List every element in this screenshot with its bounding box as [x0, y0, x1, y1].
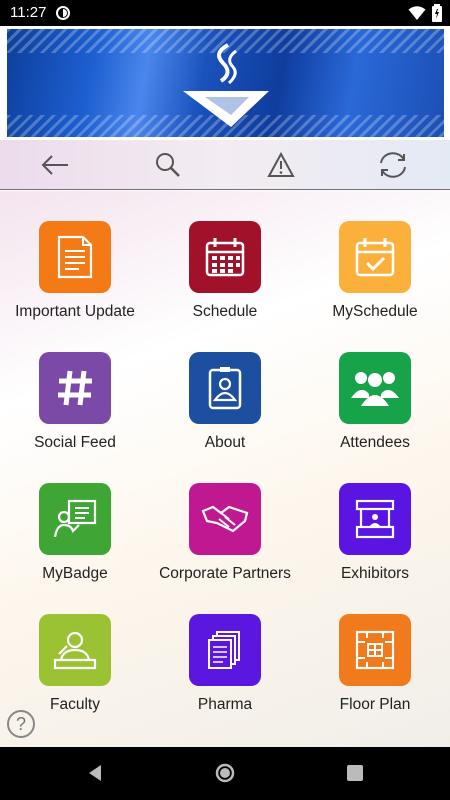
booth-icon [355, 499, 395, 539]
tile-mybadge[interactable]: MyBadge [0, 453, 150, 584]
tile-schedule[interactable]: Schedule [150, 191, 300, 322]
sync-icon [380, 152, 406, 178]
system-nav-bar [0, 747, 450, 800]
toolbar [0, 140, 450, 190]
nav-recents-icon[interactable] [345, 763, 365, 783]
tile-icon-box [189, 614, 261, 686]
tile-label: Schedule [192, 303, 258, 320]
status-icons [408, 4, 442, 22]
tile-corporate-partners[interactable]: Corporate Partners [150, 453, 300, 584]
tile-icon-box [189, 483, 261, 555]
tile-label: Social Feed [34, 434, 116, 451]
banner [0, 26, 450, 140]
calendar-icon [205, 238, 245, 277]
torch-logo-icon [183, 43, 269, 127]
calendar-check-icon [355, 238, 395, 277]
nav-home-icon[interactable] [215, 763, 235, 783]
app-indicator-icon [56, 6, 70, 20]
tile-important-update[interactable]: Important Update [0, 191, 150, 322]
tile-label: Floor Plan [339, 696, 411, 713]
tile-icon-box [339, 614, 411, 686]
tile-floor-plan[interactable]: Floor Plan [300, 584, 450, 715]
tile-icon-box [39, 483, 111, 555]
tile-about[interactable]: About [150, 322, 300, 453]
tile-label: Important Update [15, 303, 135, 320]
tile-exhibitors[interactable]: Exhibitors [300, 453, 450, 584]
tile-icon-box [39, 352, 111, 424]
status-bar: 11:27 [0, 0, 450, 26]
tile-icon-box [339, 483, 411, 555]
tile-label: Pharma [197, 696, 253, 713]
tile-icon-box [339, 221, 411, 293]
battery-icon [432, 4, 442, 22]
status-time: 11:27 [10, 4, 47, 21]
search-icon [156, 153, 180, 177]
arrow-left-icon [41, 155, 68, 175]
presenter-icon [53, 499, 97, 538]
tile-label: MySchedule [332, 303, 418, 320]
hashtag-icon [58, 370, 92, 406]
tile-label: Attendees [340, 434, 410, 451]
tile-icon-box [189, 221, 261, 293]
tile-icon-box [189, 352, 261, 424]
tile-label: MyBadge [42, 565, 108, 582]
tile-label: Corporate Partners [159, 565, 291, 582]
tile-pharma[interactable]: Pharma [150, 584, 300, 715]
document-icon [57, 235, 93, 279]
speaker-icon [53, 631, 97, 670]
back-button[interactable] [38, 148, 72, 182]
people-icon [351, 372, 399, 406]
tile-icon-box [39, 221, 111, 293]
tile-attendees[interactable]: Attendees [300, 322, 450, 453]
floorplan-icon [355, 630, 395, 670]
tile-label: Exhibitors [340, 565, 410, 582]
warning-icon [267, 152, 295, 177]
id-badge-icon [208, 367, 242, 410]
alert-button[interactable] [264, 148, 298, 182]
search-button[interactable] [151, 148, 185, 182]
menu-grid: Important Update Schedule MySchedule Soc… [0, 191, 450, 747]
tile-label: About [204, 434, 246, 451]
nav-back-icon[interactable] [85, 763, 105, 783]
tile-icon-box [39, 614, 111, 686]
tile-social-feed[interactable]: Social Feed [0, 322, 150, 453]
handshake-icon [201, 505, 249, 533]
wifi-icon [408, 6, 426, 20]
sync-button[interactable] [376, 148, 410, 182]
files-icon [208, 631, 240, 669]
help-button[interactable]: ? [7, 710, 35, 738]
tile-faculty[interactable]: Faculty [0, 584, 150, 715]
tile-myschedule[interactable]: MySchedule [300, 191, 450, 322]
tile-icon-box [339, 352, 411, 424]
banner-image [7, 29, 444, 137]
